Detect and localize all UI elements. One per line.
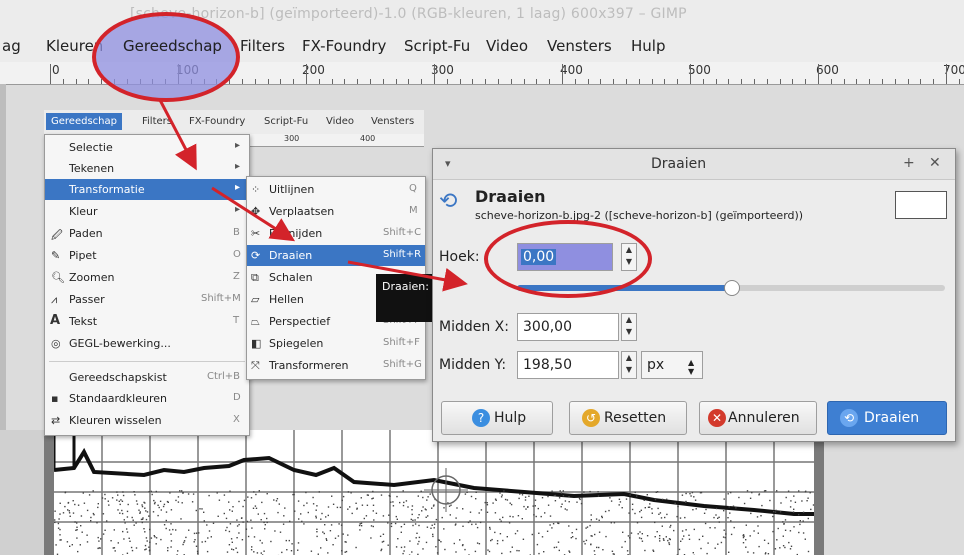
annotation-arrows xyxy=(158,99,468,292)
